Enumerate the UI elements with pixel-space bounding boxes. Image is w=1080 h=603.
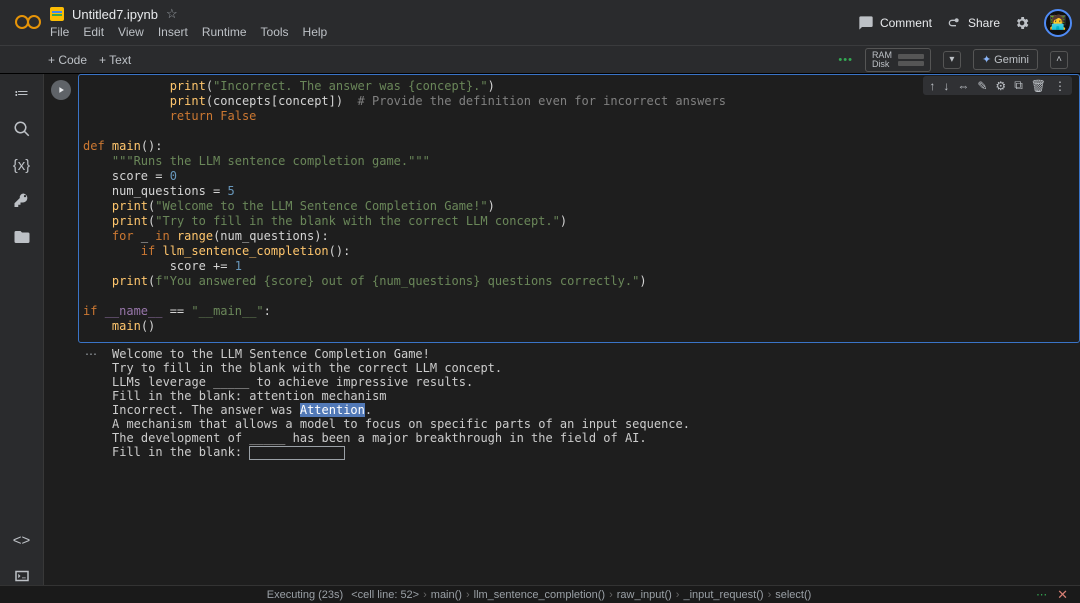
edit-icon[interactable]: ✎ xyxy=(977,79,987,93)
toc-icon[interactable]: ≔ xyxy=(13,84,31,102)
gear-icon[interactable] xyxy=(1014,15,1030,31)
share-button[interactable]: Share xyxy=(946,15,1000,31)
drive-icon xyxy=(50,7,64,21)
cell-toolbar: ↑ ↓ ⇔ ✎ ⚙ ⧉ 🗑 ⋮ xyxy=(923,76,1072,95)
header: Untitled7.ipynb ☆ File Edit View Insert … xyxy=(0,0,1080,46)
cell-gear-icon[interactable]: ⚙ xyxy=(995,79,1006,93)
exec-status: Executing (23s) xyxy=(267,589,343,601)
link-icon[interactable]: ⇔ xyxy=(957,79,969,93)
search-icon[interactable] xyxy=(13,120,31,138)
left-sidebar: ≔ {x} <> xyxy=(0,74,44,585)
move-down-icon[interactable]: ↓ xyxy=(943,79,949,93)
cell-output: ⋯ Welcome to the LLM Sentence Completion… xyxy=(44,343,1080,464)
notebook-title[interactable]: Untitled7.ipynb xyxy=(72,7,158,22)
run-cell-button[interactable] xyxy=(51,80,71,100)
add-code-button[interactable]: + Code xyxy=(48,53,87,67)
move-up-icon[interactable]: ↑ xyxy=(929,79,935,93)
notebook-content: ↑ ↓ ⇔ ✎ ⚙ ⧉ 🗑 ⋮ print("Incorrect. The an… xyxy=(44,74,1080,585)
stack-frame[interactable]: _input_request() xyxy=(683,589,763,601)
share-icon xyxy=(946,15,962,31)
code-cell[interactable]: ↑ ↓ ⇔ ✎ ⚙ ⧉ 🗑 ⋮ print("Incorrect. The an… xyxy=(44,74,1080,343)
collapse-header-button[interactable]: ˄ xyxy=(1050,51,1068,69)
interrupt-icon[interactable]: ✕ xyxy=(1057,587,1068,603)
menu-insert[interactable]: Insert xyxy=(158,25,188,39)
add-text-button[interactable]: + Text xyxy=(99,53,131,67)
code-editor[interactable]: print("Incorrect. The answer was {concep… xyxy=(78,74,1080,343)
comment-icon xyxy=(858,15,874,31)
mirror-icon[interactable]: ⧉ xyxy=(1014,78,1023,93)
output-text: Welcome to the LLM Sentence Completion G… xyxy=(104,343,1080,464)
stack-frame[interactable]: <cell line: 52> xyxy=(351,589,419,601)
menu-help[interactable]: Help xyxy=(303,25,328,39)
stdin-input[interactable] xyxy=(249,446,345,460)
connection-status-icon: ••• xyxy=(838,54,853,66)
menu-runtime[interactable]: Runtime xyxy=(202,25,247,39)
stack-frame[interactable]: llm_sentence_completion() xyxy=(474,589,605,601)
menu-file[interactable]: File xyxy=(50,25,69,39)
variables-icon[interactable]: {x} xyxy=(13,156,31,174)
stack-frame[interactable]: raw_input() xyxy=(617,589,672,601)
comment-button[interactable]: Comment xyxy=(858,15,932,31)
delete-icon[interactable]: 🗑 xyxy=(1031,79,1046,93)
files-icon[interactable] xyxy=(13,228,31,246)
stack-frame[interactable]: select() xyxy=(775,589,811,601)
secrets-icon[interactable] xyxy=(13,192,31,210)
output-dots-icon[interactable]: ⋯ xyxy=(78,343,104,464)
gemini-button[interactable]: ✦Gemini xyxy=(973,49,1038,70)
resource-dropdown[interactable]: ▾ xyxy=(943,51,961,69)
resource-monitor[interactable]: RAM Disk xyxy=(865,48,931,72)
stack-frame[interactable]: main() xyxy=(431,589,462,601)
code-snippets-icon[interactable]: <> xyxy=(13,531,31,549)
menu-bar: File Edit View Insert Runtime Tools Help xyxy=(50,25,858,39)
colab-logo[interactable] xyxy=(6,0,50,45)
menu-tools[interactable]: Tools xyxy=(261,25,289,39)
star-icon[interactable]: ☆ xyxy=(166,6,178,22)
avatar[interactable]: 🧑‍💻 xyxy=(1044,9,1072,37)
menu-view[interactable]: View xyxy=(118,25,144,39)
footer-more-icon[interactable]: ⋯ xyxy=(1036,588,1047,601)
menu-edit[interactable]: Edit xyxy=(83,25,104,39)
more-icon[interactable]: ⋮ xyxy=(1054,79,1066,93)
status-bar: Executing (23s) <cell line: 52>›main()›l… xyxy=(0,585,1080,603)
toolbar: + Code + Text ••• RAM Disk ▾ ✦Gemini ˄ xyxy=(0,46,1080,74)
terminal-icon[interactable] xyxy=(13,567,31,585)
